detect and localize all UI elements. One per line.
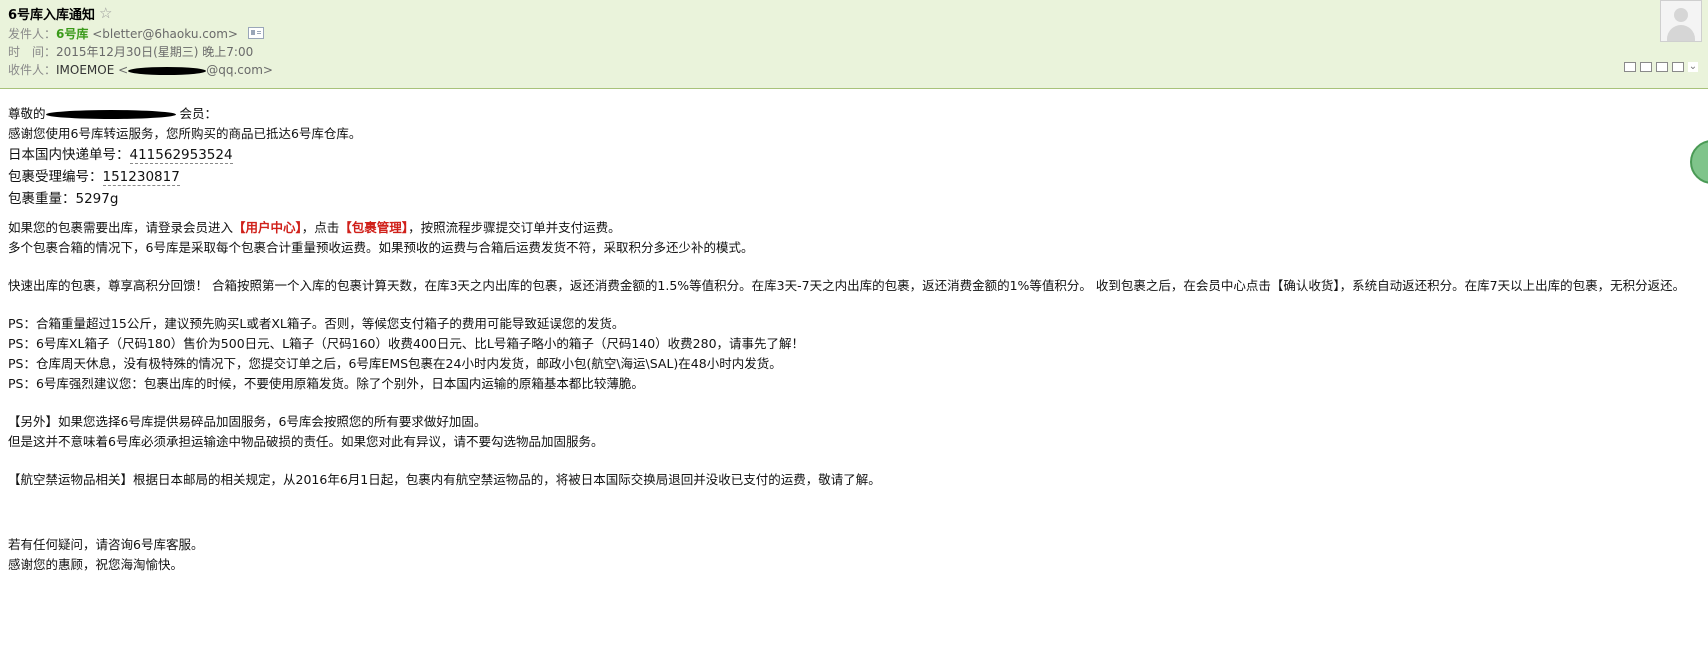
parcel-id[interactable]: 151230817 <box>102 169 180 186</box>
sender-row: 发件人：6号库 <bletter@6haoku.com> <box>8 26 264 42</box>
parcel-management-link[interactable]: 【包裹管理】 <box>339 220 408 235</box>
subject-row: 6号库入库通知 ☆ <box>8 4 113 23</box>
weight-line: 包裹重量：5297g <box>8 188 1700 210</box>
from-label: 发件人： <box>8 27 57 41</box>
redaction-mark <box>128 66 207 75</box>
sender-name[interactable]: 6号库 <box>56 27 88 41</box>
checkout-line: 如果您的包裹需要出库，请登录会员进入【用户中心】，点击【包裹管理】，按照流程步骤… <box>8 218 1700 238</box>
greeting-line: 尊敬的 会员： <box>8 104 1700 124</box>
closing-line-1: 若有任何疑问，请咨询6号库客服。 <box>8 537 204 552</box>
ps-line-2: PS：6号库XL箱子（尺码180）售价为500日元、L箱子（尺码160）收费40… <box>8 336 805 351</box>
ps-line-3: PS：仓库周天休息，没有极特殊的情况下，您提交订单之后，6号库EMS包裹在24小… <box>8 356 782 371</box>
window-icon[interactable] <box>1640 62 1652 72</box>
greeting-suffix: 会员： <box>175 106 217 121</box>
tracking-number[interactable]: 411562953524 <box>129 147 233 164</box>
redaction-mark <box>45 110 176 119</box>
sender-email[interactable]: <bletter@6haoku.com> <box>92 27 238 41</box>
weight-label: 包裹重量： <box>8 191 76 207</box>
contact-card-icon[interactable] <box>247 27 264 39</box>
other-line-1: 【另外】如果您选择6号库提供易碎品加固服务，6号库会按照您的所有要求做好加固。 <box>8 414 487 429</box>
to-label: 收件人： <box>8 63 57 77</box>
mail-subject: 6号库入库通知 <box>8 7 96 23</box>
other-line-2: 但是这并不意味着6号库必须承担运输途中物品破损的责任。如果您对此有异议，请不要勾… <box>8 434 604 449</box>
tracking-line: 日本国内快递单号：411562953524 <box>8 144 1700 166</box>
mail-header: 6号库入库通知 ☆ 发件人：6号库 <bletter@6haoku.com> 时… <box>0 0 1708 89</box>
ps-line-4: PS：6号库强烈建议您：包裹出库的时候，不要使用原箱发货。除了个别外，日本国内运… <box>8 376 644 391</box>
avatar-body <box>1667 25 1695 41</box>
recipient-row: 收件人：IMOEMOE < @qq.com> <box>8 62 273 78</box>
time-value: 2015年12月30日(星期三) 晚上7:00 <box>56 45 254 59</box>
mail-toolbar: ⌄ <box>1624 62 1698 72</box>
combine-line: 多个包裹合箱的情况下，6号库是采取每个包裹合计重量预收运费。如果预收的运费与合箱… <box>8 240 754 255</box>
star-icon[interactable]: ☆ <box>99 5 112 21</box>
time-label: 时 间： <box>8 45 57 59</box>
more-caret-icon[interactable]: ⌄ <box>1688 62 1698 72</box>
avatar[interactable] <box>1660 0 1702 42</box>
thanks-line: 感谢您使用6号库转运服务，您所购买的商品已抵达6号库仓库。 <box>8 126 362 141</box>
mail-body: 尊敬的 会员： 感谢您使用6号库转运服务，您所购买的商品已抵达6号库仓库。 日本… <box>8 104 1700 575</box>
checkout-text-a: 如果您的包裹需要出库，请登录会员进入 <box>8 220 234 235</box>
air-embargo-line: 【航空禁运物品相关】根据日本邮局的相关规定，从2016年6月1日起，包裹内有航空… <box>8 472 881 487</box>
recipient-email-prefix: < <box>118 63 129 77</box>
greeting-prefix: 尊敬的 <box>8 106 46 121</box>
points-paragraph: 快速出库的包裹，尊享高积分回馈！ 合箱按照第一个入库的包裹计算天数，在库3天之内… <box>8 278 1686 293</box>
closing-line-2: 感谢您的惠顾，祝您海淘愉快。 <box>8 557 184 572</box>
parcel-id-line: 包裹受理编号：151230817 <box>8 166 1700 188</box>
print-icon[interactable] <box>1656 62 1668 72</box>
recipient-email-suffix: @qq.com> <box>206 63 273 77</box>
weight-value: 5297g <box>75 191 119 207</box>
expand-icon[interactable] <box>1624 62 1636 72</box>
checkout-text-c: ，按照流程步骤提交订单并支付运费。 <box>408 220 621 235</box>
print-alt-icon[interactable] <box>1672 62 1684 72</box>
ps-line-1: PS：合箱重量超过15公斤，建议预先购买L或者XL箱子。否则，等候您支付箱子的费… <box>8 316 625 331</box>
checkout-text-b: ，点击 <box>301 220 340 235</box>
avatar-head <box>1674 8 1688 22</box>
recipient-name[interactable]: IMOEMOE <box>56 63 114 77</box>
user-center-link[interactable]: 【用户中心】 <box>233 220 302 235</box>
time-row: 时 间：2015年12月30日(星期三) 晚上7:00 <box>8 44 253 60</box>
parcel-id-label: 包裹受理编号： <box>8 169 103 185</box>
tracking-label: 日本国内快递单号： <box>8 147 130 163</box>
